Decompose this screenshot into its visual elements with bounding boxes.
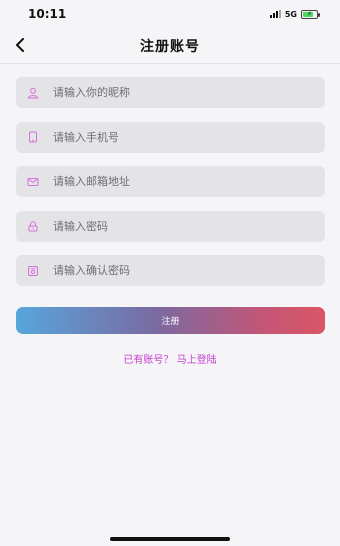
- confirm-password-field[interactable]: [16, 255, 325, 286]
- confirm-password-input[interactable]: [53, 264, 293, 277]
- phone-icon: [27, 131, 39, 143]
- battery-icon: ⚡: [301, 9, 320, 19]
- status-indicators: 5G ⚡: [269, 9, 320, 19]
- phone-input[interactable]: [53, 130, 293, 144]
- nav-bar: 注册账号: [0, 28, 340, 64]
- register-button[interactable]: 注册: [16, 307, 325, 334]
- password-field[interactable]: [16, 210, 325, 242]
- login-link[interactable]: 已有账号？ 马上登陆: [0, 351, 340, 366]
- email-field[interactable]: [16, 166, 325, 197]
- network-label: 5G: [284, 9, 297, 19]
- signal-icon: [269, 10, 281, 18]
- nickname-field[interactable]: [16, 77, 325, 108]
- mail-icon: [27, 176, 39, 188]
- register-screen: 10:11 5G ⚡ 注册账号 请输入你的昵称 请输入手机号 请输入邮箱地址 注…: [0, 0, 340, 546]
- status-time: 10:11: [28, 7, 67, 21]
- user-icon: [27, 87, 39, 99]
- home-indicator: [110, 537, 230, 541]
- status-bar: 10:11 5G ⚡: [0, 0, 340, 28]
- register-form: [16, 77, 325, 300]
- password-input[interactable]: [53, 219, 293, 233]
- page-title: 注册账号: [140, 38, 200, 55]
- confirm-lock-icon: [27, 265, 39, 277]
- lock-icon: [27, 220, 39, 232]
- phone-field[interactable]: [16, 121, 325, 153]
- nickname-input[interactable]: [53, 86, 293, 99]
- back-button[interactable]: [10, 35, 30, 55]
- chevron-left-icon: [16, 38, 24, 52]
- email-input[interactable]: [53, 175, 293, 188]
